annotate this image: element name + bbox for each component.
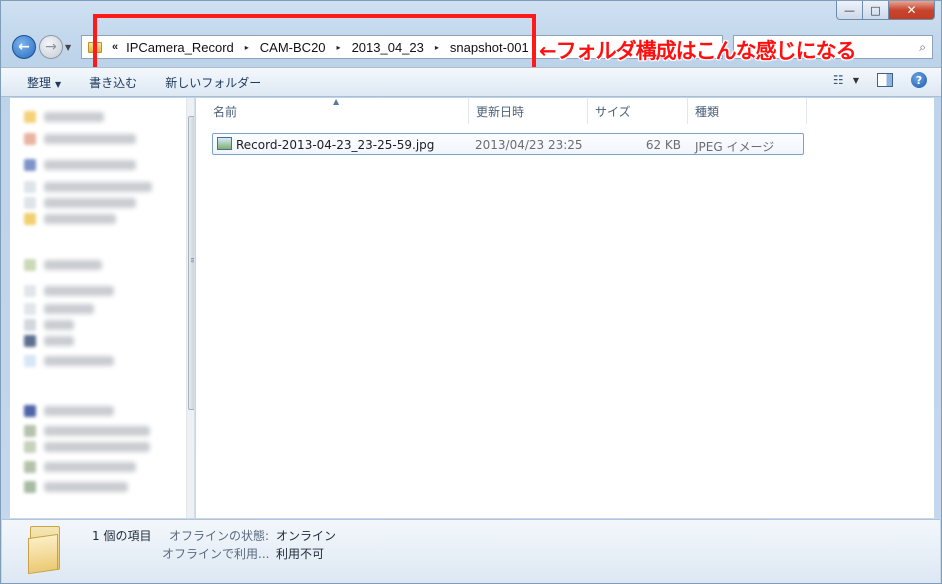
library-icon: [24, 159, 36, 171]
chevron-down-icon: ▼: [65, 43, 72, 52]
tree-item[interactable]: [24, 318, 74, 332]
offline-use-value: 利用不可: [276, 547, 325, 561]
folder-icon: [24, 133, 36, 145]
organize-label: 整理: [27, 75, 52, 90]
file-list: ▲ 名前 更新日時 サイズ 種類 Record-2013-04-23_23-25…: [196, 97, 934, 518]
forward-button[interactable]: →: [39, 35, 63, 59]
tree-item[interactable]: [24, 284, 114, 298]
chevron-down-icon[interactable]: ▼: [853, 76, 859, 85]
change-view-icon[interactable]: ☷: [833, 73, 849, 87]
network-icon: [24, 405, 36, 417]
organize-menu-button[interactable]: 整理 ▼: [27, 74, 61, 91]
tree-item[interactable]: [24, 460, 136, 474]
computer-icon: [24, 285, 36, 297]
column-header-modified[interactable]: 更新日時: [469, 98, 588, 124]
tree-item[interactable]: [24, 110, 104, 124]
column-header-name[interactable]: 名前: [206, 98, 469, 124]
details-pane: 1 個の項目 オフラインの状態: オンライン オフラインで利用... 利用不可: [2, 519, 940, 583]
tree-item[interactable]: [24, 302, 94, 316]
folder-icon: [28, 526, 62, 575]
tree-item[interactable]: [24, 258, 102, 272]
grip-icon: ≡: [190, 257, 194, 266]
tree-item[interactable]: [24, 334, 74, 348]
minimize-button[interactable]: —: [836, 1, 863, 20]
jpg-image-icon: [217, 137, 232, 150]
tree-item[interactable]: [24, 354, 114, 368]
computer-icon: [24, 425, 36, 437]
scrollbar-thumb[interactable]: ≡: [188, 116, 194, 410]
chevron-down-icon: ▼: [55, 79, 62, 89]
file-name: Record-2013-04-23_23-25-59.jpg: [236, 138, 435, 152]
folder-icon: [24, 197, 36, 209]
maximize-button[interactable]: □: [863, 1, 889, 20]
drive-icon: [24, 319, 36, 331]
file-size: 62 KB: [645, 138, 681, 152]
computer-icon: [24, 441, 36, 453]
folder-icon: [24, 111, 36, 123]
column-header-type[interactable]: 種類: [688, 98, 807, 124]
tree-item[interactable]: [24, 440, 150, 454]
file-row[interactable]: Record-2013-04-23_23-25-59.jpg 2013/04/2…: [212, 133, 804, 155]
offline-status-label: オフラインの状態:: [169, 529, 270, 543]
offline-status-value: オンライン: [276, 529, 337, 543]
file-modified: 2013/04/23 23:25: [475, 138, 583, 152]
computer-icon: [24, 461, 36, 473]
item-count: 1 個の項目: [92, 529, 152, 543]
tree-item[interactable]: [24, 158, 136, 172]
tree-item[interactable]: [24, 180, 152, 194]
tree-item[interactable]: [24, 480, 128, 494]
navigation-pane: ≡: [10, 98, 195, 518]
tree-item[interactable]: [24, 424, 150, 438]
drive-icon: [24, 335, 36, 347]
folder-icon: [24, 213, 36, 225]
command-bar: 整理 ▼ 書き込む 新しいフォルダー ☷ ▼ ?: [1, 67, 941, 97]
search-icon: ⌕: [919, 40, 926, 54]
column-header-size[interactable]: サイズ: [588, 98, 688, 124]
explorer-window: — □ ✕ ← → ▼ « IPCamera_Record ▸ CAM-BC20…: [0, 0, 942, 584]
folder-icon: [24, 181, 36, 193]
tree-item[interactable]: [24, 132, 136, 146]
tree-item[interactable]: [24, 212, 116, 226]
drive-icon: [24, 355, 36, 367]
view-controls: ☷ ▼ ?: [833, 72, 927, 88]
computer-icon: [24, 481, 36, 493]
nav-scrollbar[interactable]: ≡: [186, 98, 194, 518]
back-button[interactable]: ←: [12, 35, 36, 59]
drive-icon: [24, 303, 36, 315]
arrow-left-icon: ←: [18, 39, 30, 55]
homegroup-icon: [24, 259, 36, 271]
offline-use-label: オフラインで利用...: [162, 547, 270, 561]
tree-item[interactable]: [24, 196, 136, 210]
preview-pane-icon[interactable]: [877, 73, 893, 87]
help-icon[interactable]: ?: [911, 72, 927, 88]
annotation-text: ←フォルダ構成はこんな感じになる: [539, 39, 857, 63]
file-type: JPEG イメージ: [695, 140, 775, 154]
caption-buttons: — □ ✕: [836, 1, 935, 20]
tree-item[interactable]: [24, 404, 114, 418]
burn-button[interactable]: 書き込む: [89, 74, 137, 91]
recent-pages-dropdown[interactable]: ▼: [65, 43, 71, 52]
arrow-right-icon: →: [45, 39, 57, 55]
new-folder-button[interactable]: 新しいフォルダー: [165, 74, 261, 91]
close-button[interactable]: ✕: [889, 1, 935, 20]
